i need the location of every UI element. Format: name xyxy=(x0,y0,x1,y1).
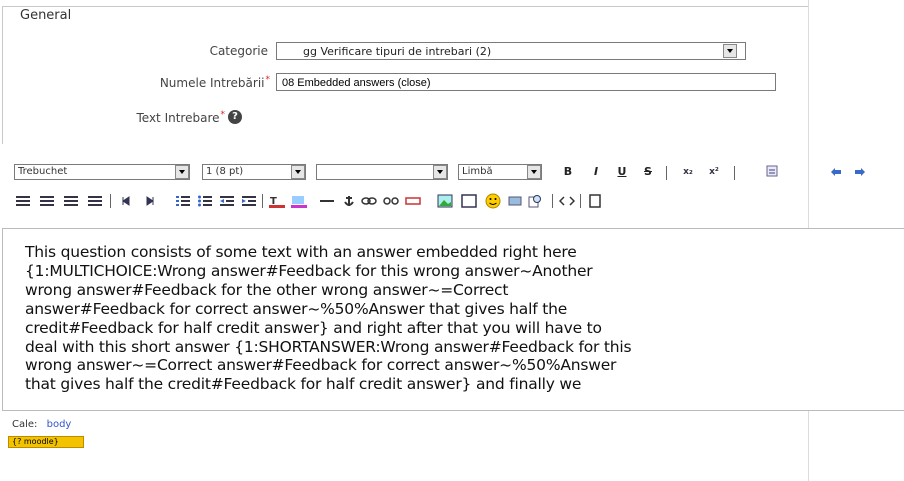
editor-line: wrong answer~=Correct answer#Feedback fo… xyxy=(25,356,617,375)
editor-line: that gives half the credit#Feedback for … xyxy=(25,375,582,394)
font-family-select[interactable]: Trebuchet xyxy=(14,164,190,180)
font-size-select[interactable]: 1 (8 pt) xyxy=(202,164,306,180)
path-label: Cale: xyxy=(12,419,38,430)
question-name-input[interactable] xyxy=(276,73,776,91)
required-icon: * xyxy=(220,110,226,120)
toolbar-separator xyxy=(580,194,581,208)
justify-icon[interactable] xyxy=(86,192,104,210)
editor-line: deal with this short answer {1:SHORTANSW… xyxy=(25,337,632,356)
chevron-down-icon[interactable] xyxy=(433,165,447,179)
moodle-help-badge[interactable]: {? moodle} xyxy=(8,436,84,448)
toolbar-separator xyxy=(734,166,735,180)
strikethrough-button[interactable]: S xyxy=(640,164,656,180)
subscript-button[interactable]: x₂ xyxy=(680,164,696,180)
chevron-down-icon[interactable] xyxy=(291,165,305,179)
category-label: Categorie xyxy=(209,44,268,58)
smiley-icon[interactable] xyxy=(484,192,502,210)
redo-icon[interactable] xyxy=(852,164,868,180)
language-select[interactable]: Limbă xyxy=(458,164,542,180)
chevron-down-icon[interactable] xyxy=(175,165,189,179)
toolbar-separator xyxy=(110,194,111,208)
fullscreen-icon[interactable] xyxy=(586,192,604,210)
fieldset-legend: General xyxy=(20,8,72,23)
editor-toolbar-row-1: Trebuchet 1 (8 pt) Limbă B I U S x₂ x² xyxy=(0,160,904,182)
editor-line: answer#Feedback for correct answer~%50%A… xyxy=(25,299,568,318)
category-select[interactable]: gg Verificare tipuri de intrebari (2) xyxy=(276,42,746,60)
anchor-icon[interactable] xyxy=(340,192,358,210)
align-left-icon[interactable] xyxy=(14,192,32,210)
italic-button[interactable]: I xyxy=(588,164,604,180)
align-center-icon[interactable] xyxy=(38,192,56,210)
format-select[interactable] xyxy=(316,164,448,180)
toolbar-separator xyxy=(262,194,263,208)
question-text-label: Text Intrebare* xyxy=(136,110,226,125)
editor-line: {1:MULTICHOICE:Wrong answer#Feedback for… xyxy=(25,261,593,280)
question-name-label: Numele Intrebării* xyxy=(159,75,271,90)
ordered-list-icon[interactable] xyxy=(174,192,192,210)
indent-icon[interactable] xyxy=(240,192,258,210)
required-icon: * xyxy=(265,75,271,85)
outdent-icon[interactable] xyxy=(218,192,236,210)
hr-icon[interactable] xyxy=(318,192,336,210)
cleanup-icon[interactable] xyxy=(764,164,780,180)
underline-button[interactable]: U xyxy=(614,164,630,180)
editor-line: credit#Feedback for half credit answer} … xyxy=(25,318,602,337)
html-source-icon[interactable] xyxy=(558,192,576,210)
editor-toolbar-row-2: T xyxy=(0,192,904,214)
superscript-button[interactable]: x² xyxy=(706,164,722,180)
chevron-down-icon[interactable] xyxy=(723,44,737,58)
rtl-icon[interactable] xyxy=(140,192,158,210)
text-color-icon[interactable]: T xyxy=(268,192,286,210)
unlink-icon[interactable] xyxy=(382,192,400,210)
link-icon[interactable] xyxy=(360,192,378,210)
align-right-icon[interactable] xyxy=(62,192,80,210)
nolink-icon[interactable] xyxy=(404,192,422,210)
editor-line: wrong answer#Feedback for the other wron… xyxy=(25,280,509,299)
search-replace-icon[interactable] xyxy=(526,192,544,210)
bold-button[interactable]: B xyxy=(560,164,576,180)
editor-line: This question consists of some text with… xyxy=(25,243,577,261)
category-value: gg Verificare tipuri de intrebari (2) xyxy=(303,45,492,58)
editor-path-bar: Cale: body xyxy=(2,410,904,436)
table-icon[interactable] xyxy=(460,192,478,210)
question-text-editor[interactable]: This question consists of some text with… xyxy=(2,228,904,410)
toolbar-separator xyxy=(552,194,553,208)
toolbar-separator xyxy=(666,166,667,180)
unordered-list-icon[interactable] xyxy=(196,192,214,210)
special-char-icon[interactable] xyxy=(506,192,524,210)
ltr-icon[interactable] xyxy=(118,192,136,210)
help-icon[interactable]: ? xyxy=(228,110,242,124)
image-icon[interactable] xyxy=(436,192,454,210)
path-body-link[interactable]: body xyxy=(47,419,72,430)
undo-icon[interactable] xyxy=(828,164,844,180)
bg-color-icon[interactable] xyxy=(290,192,308,210)
chevron-down-icon[interactable] xyxy=(527,165,541,179)
